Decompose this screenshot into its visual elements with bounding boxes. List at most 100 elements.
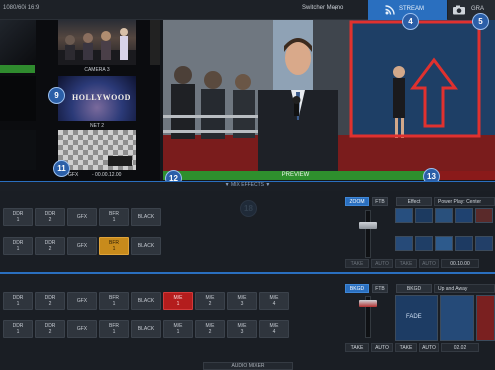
transition-thumb-1j[interactable] xyxy=(475,236,493,251)
program-tally-bar xyxy=(0,65,35,73)
badge-4: 4 xyxy=(402,13,419,30)
gfx-duration: - 00.00.12.00 xyxy=(92,172,122,178)
hollywood-sign-text: HOLLYWOOD xyxy=(72,93,131,102)
transition-thumb-1f[interactable] xyxy=(395,236,413,251)
row4-bfr1-button[interactable]: BFR 1 xyxy=(99,320,129,338)
auto-button-1b[interactable]: AUTO xyxy=(419,259,439,268)
transition-thumb-1g[interactable] xyxy=(415,236,433,251)
row3-me3-button[interactable]: M/E 3 xyxy=(227,292,257,310)
row3-black-button[interactable]: BLACK xyxy=(131,292,161,310)
thumbnail-camera-3[interactable] xyxy=(58,20,136,65)
bkgd-tab[interactable]: BKGD xyxy=(345,284,369,293)
transition-thumb-1b[interactable] xyxy=(415,208,433,223)
btn-bottom: 2 xyxy=(208,329,212,335)
row1-black-button[interactable]: BLACK xyxy=(131,208,161,226)
auto-button-2b[interactable]: AUTO xyxy=(419,343,439,352)
row4-ddr2-button[interactable]: DDR 2 xyxy=(35,320,65,338)
row2-ddr1-button[interactable]: DDR 1 xyxy=(3,237,33,255)
row4-black-button[interactable]: BLACK xyxy=(131,320,161,338)
transition-thumb-1h[interactable] xyxy=(435,236,453,251)
auto-button-2[interactable]: AUTO xyxy=(371,343,393,352)
btn-bottom: 2 xyxy=(208,301,212,307)
row1-ddr1-button[interactable]: DDR 1 xyxy=(3,208,33,226)
row4-me4-button[interactable]: M/E 4 xyxy=(259,320,289,338)
ftb-tab-2[interactable]: FTB xyxy=(372,284,388,293)
btn-top: BLACK xyxy=(137,326,155,332)
btn-bottom: 1 xyxy=(112,217,116,223)
take-button-1b[interactable]: TAKE xyxy=(395,259,417,268)
btn-bottom: 3 xyxy=(240,329,244,335)
btn-top: BLACK xyxy=(137,243,155,249)
preview-video-frame xyxy=(163,20,495,171)
btn-bottom: 1 xyxy=(16,217,20,223)
tbar-handle-1[interactable] xyxy=(359,222,377,229)
take-button-2b[interactable]: TAKE xyxy=(395,343,417,352)
transition-thumb-2c[interactable] xyxy=(476,295,495,341)
transition-thumb-1a[interactable] xyxy=(395,208,413,223)
camera-icon xyxy=(453,5,465,15)
take-button-2[interactable]: TAKE xyxy=(345,343,369,352)
row2-black-button[interactable]: BLACK xyxy=(131,237,161,255)
thumbnail-left-cropped[interactable] xyxy=(0,20,36,65)
btn-bottom: 1 xyxy=(112,301,116,307)
thumbnail-label-camera-3: CAMERA 3 xyxy=(84,67,110,73)
thumbnail-gfx[interactable] xyxy=(58,130,136,170)
row3-gfx-button[interactable]: GFX xyxy=(67,292,97,310)
effect-name-field-2[interactable]: Up and Away xyxy=(434,284,495,293)
row2-gfx-button[interactable]: GFX xyxy=(67,237,97,255)
transition-time-1[interactable]: 00.10.00 xyxy=(441,259,479,268)
transition-thumb-1e[interactable] xyxy=(475,208,493,223)
effect-label-1: Effect xyxy=(396,197,432,206)
transition-thumb-2a[interactable]: FADE xyxy=(395,295,438,341)
gfx-source-label: GFX xyxy=(68,172,79,178)
row1-gfx-button[interactable]: GFX xyxy=(67,208,97,226)
row3-bfr1-button[interactable]: BFR 1 xyxy=(99,292,129,310)
thumbnail-right-cropped[interactable] xyxy=(150,20,160,65)
row1-ddr2-button[interactable]: DDR 2 xyxy=(35,208,65,226)
row4-gfx-button[interactable]: GFX xyxy=(67,320,97,338)
btn-bottom: 1 xyxy=(16,329,20,335)
transition-thumb-1i[interactable] xyxy=(455,236,473,251)
thumbnail-left-cropped-2[interactable] xyxy=(0,76,36,121)
row3-ddr2-button[interactable]: DDR 2 xyxy=(35,292,65,310)
audio-mixer-tab[interactable]: AUDIO MIXER xyxy=(203,362,293,370)
preview-monitor xyxy=(163,20,495,171)
row3-me4-button[interactable]: M/E 4 xyxy=(259,292,289,310)
row4-ddr1-button[interactable]: DDR 1 xyxy=(3,320,33,338)
btn-bottom: 4 xyxy=(272,329,276,335)
row3-me2-button[interactable]: M/E 2 xyxy=(195,292,225,310)
row4-me2-button[interactable]: M/E 2 xyxy=(195,320,225,338)
row3-ddr1-button[interactable]: DDR 1 xyxy=(3,292,33,310)
row2-ddr2-button[interactable]: DDR 2 xyxy=(35,237,65,255)
preview-label: PREVIEW xyxy=(281,172,310,178)
zoom-tab[interactable]: ZOOM xyxy=(345,197,369,206)
mix-effects-label: ▼ MIX EFFECTS ▼ xyxy=(224,182,271,188)
btn-bottom: 1 xyxy=(176,301,180,307)
row4-me3-button[interactable]: M/E 3 xyxy=(227,320,257,338)
thumbnail-net-2[interactable]: HOLLYWOOD xyxy=(58,76,136,121)
me-separator xyxy=(0,272,495,274)
transition-time-2[interactable]: 02.02 xyxy=(441,343,479,352)
btn-bottom: 2 xyxy=(48,329,52,335)
thumbnail-left-cropped-3[interactable] xyxy=(0,130,36,170)
take-button-1[interactable]: TAKE xyxy=(345,259,369,268)
fade-transition-label: FADE xyxy=(406,314,422,320)
gfx-lower-third-graphic xyxy=(108,156,132,166)
transition-thumb-1c[interactable] xyxy=(435,208,453,223)
effect-name-field-1[interactable]: Power Play: Center xyxy=(434,197,495,206)
switcher-memo-dropdown[interactable]: Switcher Memo xyxy=(302,5,343,11)
row4-me1-button[interactable]: M/E 1 xyxy=(163,320,193,338)
transition-thumb-2b[interactable] xyxy=(440,295,474,341)
row2-bfr1-button-active[interactable]: BFR 1 xyxy=(99,237,129,255)
btn-top: BLACK xyxy=(137,214,155,220)
tbar-handle-2[interactable] xyxy=(359,300,377,307)
btn-bottom: 2 xyxy=(48,246,52,252)
row1-bfr1-button[interactable]: BFR 1 xyxy=(99,208,129,226)
auto-button-1[interactable]: AUTO xyxy=(371,259,393,268)
transition-thumb-1d[interactable] xyxy=(455,208,473,223)
btn-top: GFX xyxy=(76,326,88,332)
row3-me1-button-program[interactable]: M/E 1 xyxy=(163,292,193,310)
thumbnail-label-net-2: NET 2 xyxy=(89,123,105,129)
ftb-tab[interactable]: FTB xyxy=(372,197,388,206)
btn-bottom: 4 xyxy=(272,301,276,307)
